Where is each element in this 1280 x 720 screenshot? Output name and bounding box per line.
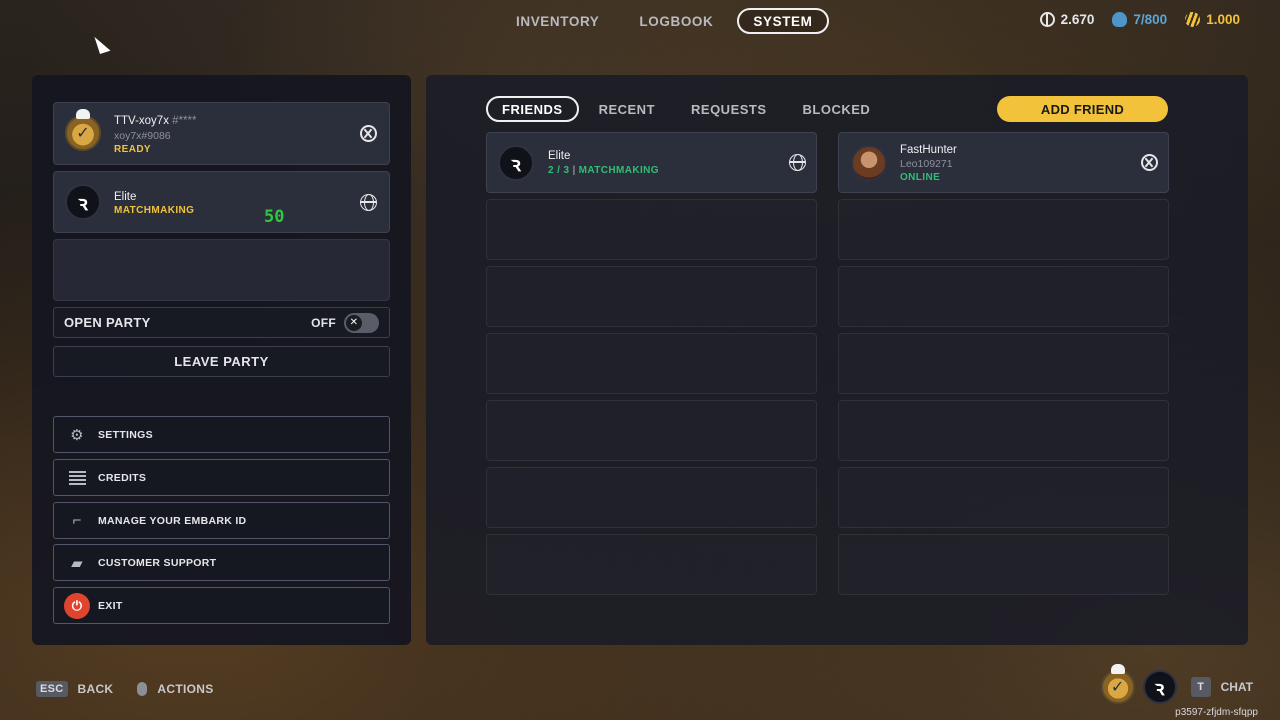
exit-label: EXIT [98,599,123,612]
embark-logo-avatar: ꝛ [498,145,534,181]
manage-embark-id-label: MANAGE YOUR EMBARK ID [98,514,247,527]
friend-status-line: 2 / 3 | MATCHMAKING [548,165,659,176]
xbox-icon [1141,154,1158,171]
mouse-cursor-icon [94,33,111,54]
friend-avatar [851,145,887,181]
embark-id-icon: ⌐ [72,512,82,529]
leave-party-button[interactable]: LEAVE PARTY [53,346,390,377]
settings-button[interactable]: ⚙ SETTINGS [53,416,390,453]
friends-panel: FRIENDS RECENT REQUESTS BLOCKED ADD FRIE… [426,75,1248,645]
settings-label: SETTINGS [98,428,153,441]
empty-friend-slot [838,266,1169,327]
currency-bar: 2.670 7/800 1.000 [1039,12,1240,27]
tab-blocked[interactable]: BLOCKED [787,96,887,122]
member-status: MATCHMAKING [114,205,195,216]
empty-friend-slot [486,534,817,595]
member-name: TTV-xoy7x #**** [114,115,197,127]
friend-handle: Leo109271 [900,158,953,170]
tab-inventory[interactable]: INVENTORY [500,8,615,34]
tab-recent[interactable]: RECENT [583,96,671,122]
friend-card[interactable]: ꝛ Elite 2 / 3 | MATCHMAKING [486,132,817,193]
party-panel: ✓ TTV-xoy7x #**** xoy7x#9086 READY ꝛ Eli… [32,75,411,645]
friend-card[interactable]: FastHunter Leo109271 ONLINE [838,132,1169,193]
xbox-icon [360,125,377,142]
manage-embark-id-button[interactable]: ⌐ MANAGE YOUR EMBARK ID [53,502,390,539]
open-party-row[interactable]: OPEN PARTY OFF ✕ [53,307,390,338]
tab-requests[interactable]: REQUESTS [675,96,783,122]
globe-icon [789,154,806,171]
capacity-value: 7/800 [1133,12,1168,27]
coins-currency: 2.670 [1039,12,1095,27]
member-status: READY [114,144,152,155]
list-icon [68,469,86,487]
coin-icon [1039,12,1055,27]
empty-party-slot[interactable] [53,239,390,301]
token-icon [1185,12,1201,27]
member-name: Elite [114,191,137,203]
empty-friend-slot [838,333,1169,394]
chat-label: CHAT [1220,680,1253,694]
overlay-counter: 50 [264,207,285,227]
tokens-currency: 1.000 [1185,12,1240,27]
capacity-currency: 7/800 [1112,12,1167,27]
power-icon: ⏻ [64,592,90,619]
player-avatar[interactable]: ✓ [1100,664,1135,704]
party-member-card[interactable]: ✓ TTV-xoy7x #**** xoy7x#9086 READY [53,102,390,165]
add-friend-button[interactable]: ADD FRIEND [997,96,1168,122]
credits-button[interactable]: CREDITS [53,459,390,496]
friend-status: ONLINE [900,172,941,183]
open-party-toggle[interactable]: ✕ [344,312,379,333]
friend-name: Elite [548,150,571,162]
empty-friend-slot [486,467,817,528]
empty-friend-slot [838,534,1169,595]
open-party-label: OPEN PARTY [64,315,151,330]
player-avatar: ✓ [65,109,101,151]
esc-key: ESC [36,681,68,697]
back-button[interactable]: BACK [78,682,114,696]
member-handle: xoy7x#9086 [114,130,171,142]
top-nav: INVENTORY LOGBOOK SYSTEM [500,8,829,34]
actions-hint[interactable]: ACTIONS [157,682,213,696]
build-id: p3597-zfjdm-sfqpp [1175,707,1258,718]
empty-friend-slot [838,467,1169,528]
tokens-value: 1.000 [1206,12,1240,27]
empty-friend-slot [838,199,1169,260]
customer-support-button[interactable]: ▰ CUSTOMER SUPPORT [53,544,390,581]
open-party-toggle-group: OFF ✕ [311,312,379,333]
empty-friend-slot [486,400,817,461]
embark-logo-avatar: ꝛ [65,184,101,220]
social-tabs: FRIENDS RECENT REQUESTS BLOCKED [486,96,886,122]
tab-logbook[interactable]: LOGBOOK [623,8,729,34]
stash-icon [1112,12,1128,27]
embark-logo-avatar[interactable]: ꝛ [1142,670,1177,704]
footer-right: ✓ ꝛ T CHAT [1100,664,1253,704]
chat-bubbles-icon: ▰ [71,554,83,572]
empty-friend-slot [838,400,1169,461]
empty-friend-slot [486,333,817,394]
customer-support-label: CUSTOMER SUPPORT [98,556,217,569]
credits-label: CREDITS [98,471,147,484]
mouse-icon [137,682,148,696]
coins-value: 2.670 [1060,12,1095,27]
tab-system[interactable]: SYSTEM [737,8,829,34]
close-icon: ✕ [346,314,362,331]
chat-hint[interactable]: T CHAT [1190,677,1253,697]
footer-hints: ESC BACK ACTIONS [36,681,214,697]
globe-icon [360,194,377,211]
empty-friend-slot [486,199,817,260]
party-member-card[interactable]: ꝛ Elite MATCHMAKING 50 [53,171,390,233]
exit-button[interactable]: ⏻ EXIT [53,587,390,624]
gear-icon: ⚙ [70,426,84,444]
open-party-state: OFF [311,315,336,330]
tab-friends[interactable]: FRIENDS [486,96,579,122]
t-key: T [1190,677,1211,697]
friend-name: FastHunter [900,144,957,156]
empty-friend-slot [486,266,817,327]
